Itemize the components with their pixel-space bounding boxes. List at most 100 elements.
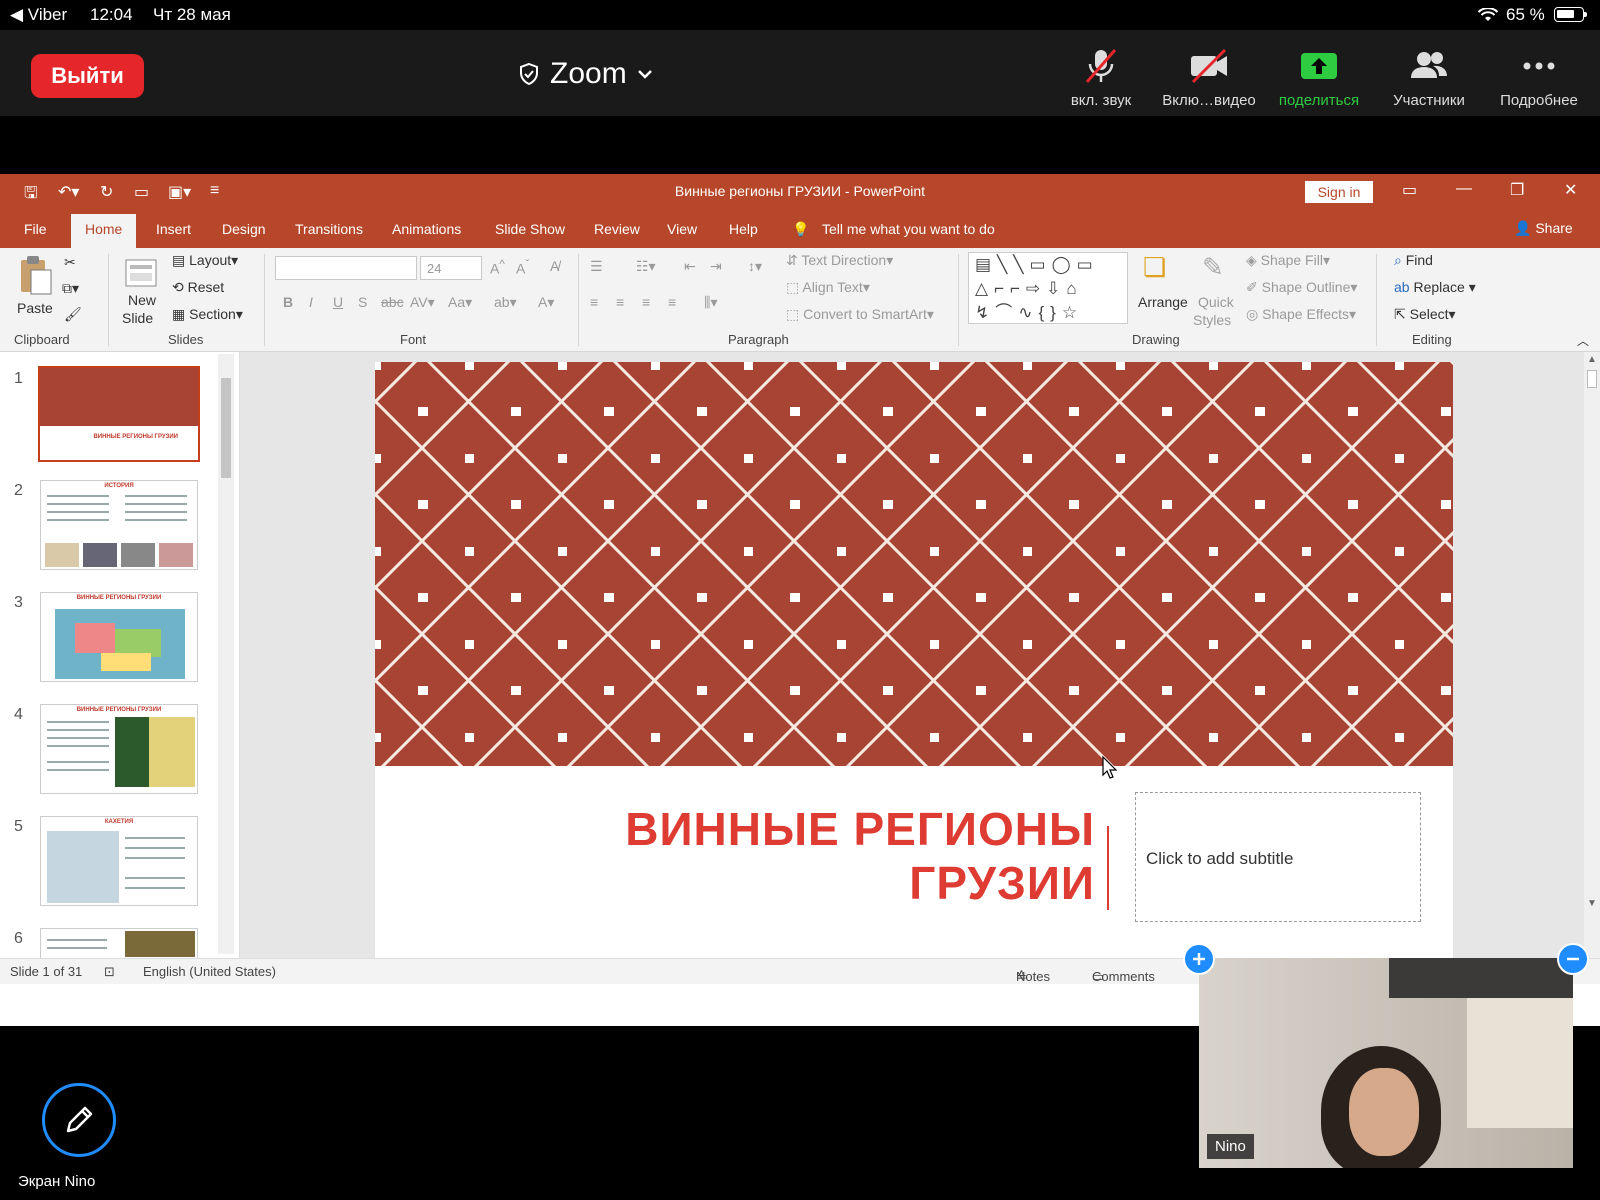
video-minimize-button[interactable] <box>1557 943 1589 975</box>
clear-formatting-icon[interactable]: A̸ <box>550 258 559 274</box>
tab-view[interactable]: View <box>667 221 697 237</box>
back-to-viber-link[interactable]: ◀ Viber <box>10 5 67 25</box>
reset-button[interactable]: ⟲ Reset <box>172 279 224 296</box>
group-drawing-label: Drawing <box>1132 332 1180 347</box>
restore-icon[interactable]: ❐ <box>1510 180 1524 200</box>
tab-animations[interactable]: Animations <box>392 221 461 237</box>
arrange-button[interactable]: Arrange <box>1138 294 1188 310</box>
align-center-icon[interactable]: ≡ <box>616 294 624 310</box>
tab-review[interactable]: Review <box>594 221 640 237</box>
quick-styles-label-2[interactable]: Styles <box>1193 312 1231 328</box>
text-direction-button[interactable]: ⇵ Text Direction▾ <box>786 252 893 269</box>
annotate-button[interactable] <box>42 1083 116 1157</box>
thumbnails-scrollbar[interactable] <box>218 354 234 954</box>
shape-fill-button[interactable]: ◈ Shape Fill▾ <box>1246 252 1330 269</box>
find-button[interactable]: ⌕ Find <box>1394 252 1433 269</box>
new-slide-label[interactable]: New <box>128 292 156 308</box>
italic-icon[interactable]: I <box>309 294 313 310</box>
collapse-ribbon-icon[interactable]: ︿ <box>1577 332 1589 349</box>
justify-icon[interactable]: ≡ <box>668 294 676 310</box>
video-add-button[interactable] <box>1183 943 1215 975</box>
thumbnail-slide-2[interactable]: ИСТОРИЯ <box>40 480 198 570</box>
underline-icon[interactable]: U <box>333 294 343 310</box>
replace-button[interactable]: ab Replace ▾ <box>1394 279 1476 296</box>
thumbnail-slide-4[interactable]: ВИННЫЕ РЕГИОНЫ ГРУЗИИ <box>40 704 198 794</box>
line-spacing-icon[interactable]: ↕▾ <box>748 258 762 275</box>
numbering-icon[interactable]: ☷▾ <box>636 258 656 275</box>
quick-styles-icon[interactable]: ✎ <box>1202 252 1224 283</box>
subtitle-placeholder[interactable]: Click to add subtitle <box>1135 792 1421 922</box>
section-button[interactable]: ▦ Section▾ <box>172 306 243 323</box>
strikethrough-icon[interactable]: abc <box>381 294 404 310</box>
sign-in-button[interactable]: Sign in <box>1305 181 1373 203</box>
font-name-combo[interactable] <box>275 256 417 280</box>
spelling-check-icon[interactable]: ⊡ <box>104 964 115 980</box>
shape-effects-button[interactable]: ◎ Shape Effects▾ <box>1246 306 1356 323</box>
arrange-icon[interactable]: ❏ <box>1143 252 1166 283</box>
columns-icon[interactable]: ⫼▾ <box>704 294 717 311</box>
wifi-icon <box>1478 8 1498 21</box>
ribbon-display-options-icon[interactable]: ▭ <box>1402 180 1417 200</box>
unmute-audio-button[interactable]: вкл. звук <box>1046 46 1156 109</box>
decrease-indent-icon[interactable]: ⇤ <box>684 258 696 275</box>
increase-indent-icon[interactable]: ⇥ <box>710 258 722 275</box>
copy-icon[interactable]: ⧉▾ <box>62 280 79 297</box>
current-slide[interactable]: ВИННЫЕ РЕГИОНЫ ГРУЗИИ Click to add subti… <box>375 362 1453 958</box>
thumbnail-slide-3[interactable]: ВИННЫЕ РЕГИОНЫ ГРУЗИИ <box>40 592 198 682</box>
bullets-icon[interactable]: ☰ <box>590 258 603 275</box>
minimize-icon[interactable]: — <box>1456 180 1472 198</box>
character-spacing-icon[interactable]: AV▾ <box>410 294 435 311</box>
tell-me-search[interactable]: Tell me what you want to do <box>822 221 995 237</box>
tab-insert[interactable]: Insert <box>156 221 191 237</box>
thumbnail-slide-5[interactable]: КАХЕТИЯ <box>40 816 198 906</box>
participant-video-tile[interactable]: Nino <box>1199 958 1573 1168</box>
shapes-gallery[interactable]: ▤╲╲▭◯▭ △⌐⌐⇨⇩⌂ ↯⌒∿{}☆ <box>968 252 1128 324</box>
language-indicator[interactable]: English (United States) <box>143 964 276 979</box>
align-text-label: Align Text <box>802 279 863 295</box>
align-right-icon[interactable]: ≡ <box>642 294 650 310</box>
decrease-font-icon[interactable]: Aˇ <box>516 258 529 277</box>
tab-slide-show[interactable]: Slide Show <box>495 221 565 237</box>
select-button[interactable]: ⇱ Select▾ <box>1394 306 1456 323</box>
paste-icon[interactable] <box>17 254 53 296</box>
section-label: Section <box>189 306 236 322</box>
font-size-combo[interactable]: 24 <box>420 256 482 280</box>
thumbnail-slide-6[interactable] <box>40 928 198 958</box>
cut-icon[interactable]: ✂ <box>64 254 76 271</box>
start-video-button[interactable]: Вклю…видео <box>1154 46 1264 109</box>
align-text-button[interactable]: ⬚ Align Text▾ <box>786 279 870 296</box>
quick-styles-label[interactable]: Quick <box>1198 294 1234 310</box>
convert-smartart-button[interactable]: ⬚ Convert to SmartArt▾ <box>786 306 934 323</box>
more-options-button[interactable]: Подробнее <box>1484 46 1594 109</box>
share-screen-button[interactable]: поделиться <box>1264 46 1374 109</box>
slide-vertical-scrollbar[interactable]: ▲ ▼ <box>1584 352 1600 958</box>
increase-font-icon[interactable]: A^ <box>490 258 505 277</box>
leave-meeting-button[interactable]: Выйти <box>31 54 144 98</box>
tab-help[interactable]: Help <box>729 221 758 237</box>
tab-transitions[interactable]: Transitions <box>295 221 363 237</box>
new-slide-icon[interactable] <box>124 252 158 292</box>
close-icon[interactable]: ✕ <box>1564 180 1577 200</box>
share-button[interactable]: 👤 Share <box>1514 220 1573 237</box>
change-case-icon[interactable]: Aa▾ <box>448 294 472 311</box>
highlight-icon[interactable]: ab▾ <box>494 294 517 311</box>
participants-button[interactable]: Участники <box>1374 46 1484 109</box>
thumbnail-slide-1[interactable]: ВИННЫЕ РЕГИОНЫ ГРУЗИИ <box>38 366 200 462</box>
lightbulb-icon: 💡 <box>792 221 810 237</box>
align-left-icon[interactable]: ≡ <box>590 294 598 310</box>
layout-button[interactable]: ▤ Layout▾ <box>172 252 238 269</box>
bold-icon[interactable]: B <box>283 294 293 310</box>
tab-design[interactable]: Design <box>222 221 266 237</box>
tab-file[interactable]: File <box>24 221 47 237</box>
format-painter-icon[interactable]: 🖌 <box>64 306 82 323</box>
text-shadow-icon[interactable]: S <box>358 294 367 310</box>
font-color-icon[interactable]: A▾ <box>538 294 554 311</box>
paste-button[interactable]: Paste <box>17 300 53 316</box>
tab-home[interactable]: Home <box>71 214 137 248</box>
slide-title[interactable]: ВИННЫЕ РЕГИОНЫ ГРУЗИИ <box>575 802 1095 910</box>
thumbnail-number: 1 <box>14 370 23 387</box>
shape-outline-button[interactable]: ✐ Shape Outline▾ <box>1246 279 1357 296</box>
new-slide-label-2[interactable]: Slide <box>122 310 153 326</box>
meeting-title: Zoom <box>550 57 627 90</box>
meeting-title-dropdown[interactable]: Zoom <box>518 52 653 96</box>
